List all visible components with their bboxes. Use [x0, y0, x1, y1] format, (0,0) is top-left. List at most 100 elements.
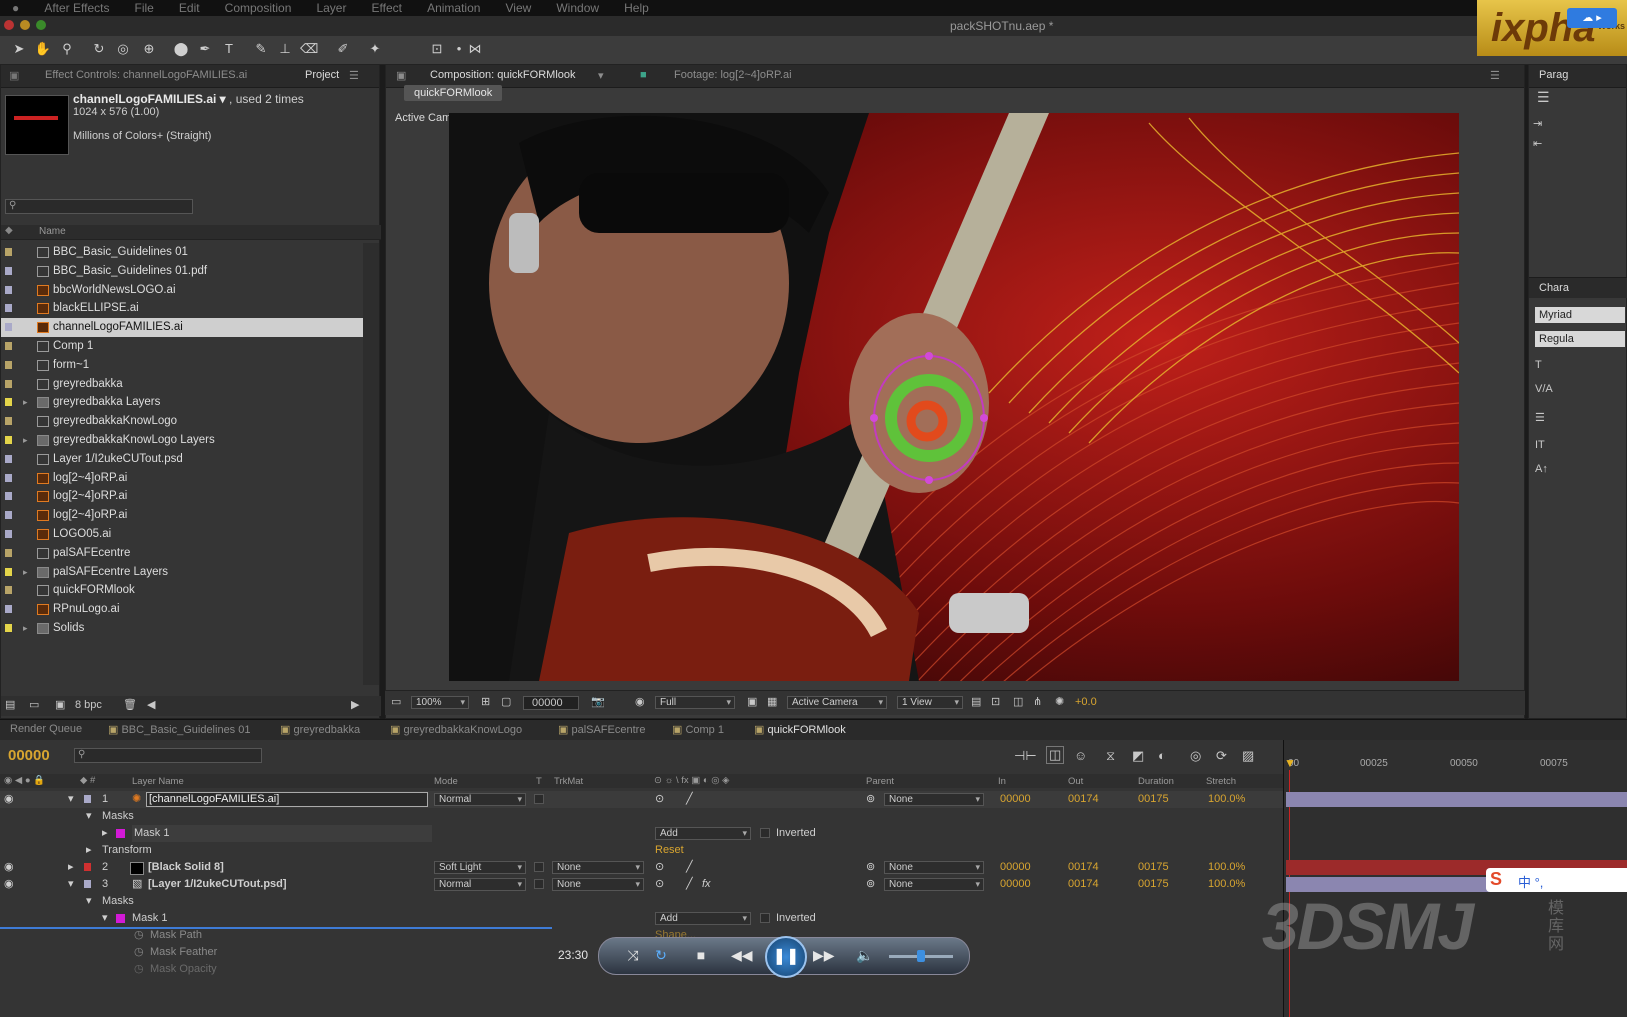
time-ruler[interactable]: 00 00025 00050 00075	[1284, 758, 1627, 772]
expand-icon[interactable]: ▾	[86, 893, 92, 910]
motion-blur-icon[interactable]: ◩	[1132, 748, 1144, 764]
label-color-swatch[interactable]	[5, 605, 12, 614]
label-color-swatch[interactable]	[5, 379, 12, 388]
parent-pickwhip-icon[interactable]: ⊚	[866, 859, 875, 876]
parent-header[interactable]: Parent	[866, 776, 894, 787]
apple-menu-icon[interactable]: ●	[12, 0, 19, 16]
stopwatch-icon[interactable]: ◷	[134, 944, 144, 961]
label-color-swatch[interactable]	[5, 492, 12, 501]
label-color-swatch[interactable]	[5, 285, 12, 294]
label-color-swatch[interactable]	[5, 342, 12, 350]
timeline-tab[interactable]: ▣ quickFORMlook	[754, 723, 846, 736]
label-color-swatch[interactable]	[5, 567, 12, 576]
timeline-tab[interactable]: ▣ greyredbakkaKnowLogo	[390, 723, 522, 736]
timeline-search-input[interactable]: ⚲	[74, 748, 262, 763]
project-item[interactable]: Comp 1	[1, 337, 363, 356]
out-point[interactable]: 00174	[1068, 791, 1099, 808]
in-point[interactable]: 00000	[1000, 876, 1031, 893]
project-item[interactable]: BBC_Basic_Guidelines 01	[1, 243, 363, 262]
preserve-transparency-checkbox[interactable]	[534, 862, 544, 872]
av-features-icon[interactable]: ◉ ◀ ● 🔒	[4, 775, 45, 786]
project-item[interactable]: palSAFEcentre	[1, 544, 363, 563]
stretch-value[interactable]: 100.0%	[1208, 791, 1245, 808]
graph-editor-icon[interactable]: ⟳	[1216, 748, 1227, 764]
tab-character[interactable]: Chara	[1539, 282, 1569, 294]
mask-name[interactable]: Mask 1	[132, 910, 167, 927]
always-preview-icon[interactable]: ▭	[391, 695, 401, 708]
puppet-pin-icon[interactable]: ✦	[366, 40, 384, 58]
parent-pickwhip-icon[interactable]: ⊚	[866, 876, 875, 893]
menu-item[interactable]: Animation	[427, 0, 480, 16]
scroll-left-icon[interactable]: ◀	[147, 698, 155, 711]
label-color-swatch[interactable]	[5, 473, 12, 482]
tab-paragraph[interactable]: Parag	[1539, 69, 1568, 81]
font-family-select[interactable]: Myriad	[1535, 307, 1625, 323]
layer-row-2[interactable]: ◉ ▸ 2 [Black Solid 8] Soft Light None ⊙ …	[0, 859, 1283, 876]
snapshot-icon[interactable]: 📷	[591, 695, 605, 708]
clone-stamp-icon[interactable]: ⊥	[276, 40, 294, 58]
masks-group-row[interactable]: ▾ Masks	[0, 808, 1283, 825]
timeline-tab[interactable]: Render Queue	[10, 723, 82, 735]
project-item[interactable]: blackELLIPSE.ai	[1, 299, 363, 318]
volume-icon[interactable]: 🔈	[855, 947, 875, 964]
project-item[interactable]: quickFORMlook	[1, 581, 363, 600]
label-column-icon[interactable]: ◆	[5, 225, 13, 236]
out-header[interactable]: Out	[1068, 776, 1083, 787]
new-comp-icon[interactable]: ▣	[55, 698, 65, 711]
rotate-tool-icon[interactable]: ↻	[90, 40, 108, 58]
menu-item[interactable]: Edit	[179, 0, 200, 16]
layer-expand-icon[interactable]: ▸	[68, 859, 74, 876]
project-item[interactable]: log[2~4]oRP.ai	[1, 469, 363, 488]
panel-menu-icon[interactable]: ☰	[1490, 69, 1500, 82]
scroll-right-icon[interactable]: ▶	[351, 698, 359, 711]
timecode-field[interactable]: 00000	[523, 696, 579, 710]
name-column-header[interactable]: Name	[39, 226, 66, 237]
bpc-button[interactable]: 8 bpc	[75, 699, 102, 711]
label-color-swatch[interactable]	[5, 248, 12, 256]
layer-name-field[interactable]: [channelLogoFAMILIES.ai]	[146, 792, 428, 807]
layer-name[interactable]: [Layer 1/I2ukeCUTout.psd]	[148, 876, 287, 893]
menu-item[interactable]: Composition	[225, 0, 292, 16]
playhead-icon[interactable]: ▼	[1284, 756, 1296, 770]
label-column-icon[interactable]: ◆ #	[80, 775, 95, 786]
stop-icon[interactable]: ■	[691, 947, 711, 963]
trkmat-select[interactable]: None	[552, 861, 644, 874]
in-header[interactable]: In	[998, 776, 1006, 787]
pause-button[interactable]: ❚❚	[765, 936, 807, 978]
blend-mode-select[interactable]: Soft Light	[434, 861, 526, 874]
folder-expand-icon[interactable]: ▸	[23, 563, 28, 582]
fast-forward-icon[interactable]: ▶▶	[813, 947, 835, 964]
zoom-select[interactable]: 100%	[411, 696, 469, 709]
exposure-icon[interactable]: ✺	[1055, 695, 1064, 708]
project-item[interactable]: greyredbakka	[1, 375, 363, 394]
fast-previews-icon[interactable]: ⊡	[991, 695, 1000, 708]
live-update-icon[interactable]: ▨	[1242, 748, 1254, 764]
visibility-eye-icon[interactable]: ◉	[4, 791, 14, 808]
label-color-swatch[interactable]	[5, 436, 12, 444]
label-color-swatch[interactable]	[5, 323, 12, 332]
mask-name[interactable]: Mask 1	[132, 825, 432, 842]
preserve-transparency-checkbox[interactable]	[534, 879, 544, 889]
label-color-swatch[interactable]	[5, 304, 12, 313]
visibility-eye-icon[interactable]: ◉	[4, 859, 14, 876]
fx-switch-icon[interactable]: fx	[702, 876, 711, 893]
label-color-swatch[interactable]	[5, 266, 12, 275]
toggle-pixel-aspect-icon[interactable]: ▤	[971, 695, 981, 708]
flowchart-icon[interactable]: ⋔	[1033, 695, 1042, 708]
selected-item-name[interactable]: channelLogoFAMILIES.ai ▾	[73, 92, 226, 106]
label-color-swatch[interactable]	[5, 530, 12, 538]
project-item[interactable]: greyredbakkaKnowLogo	[1, 412, 363, 431]
project-item[interactable]: ▸ greyredbakkaKnowLogo Layers	[1, 431, 363, 450]
ime-indicator[interactable]: S 中 °,	[1486, 868, 1627, 892]
pan-behind-icon[interactable]: ⊕	[140, 40, 158, 58]
selection-tool-icon[interactable]: ➤	[10, 40, 28, 58]
ellipse-tool-icon[interactable]: ⬤	[172, 40, 190, 58]
view-layout-select[interactable]: 1 View	[897, 696, 963, 709]
comp-breadcrumb[interactable]: quickFORMlook	[404, 85, 503, 101]
duration-value[interactable]: 00175	[1138, 876, 1169, 893]
mask-color-swatch[interactable]	[116, 829, 125, 838]
menu-item[interactable]: After Effects	[44, 0, 109, 16]
interpret-footage-icon[interactable]: ▤	[5, 698, 15, 711]
parent-select[interactable]: None	[884, 793, 984, 806]
pen-tool-icon[interactable]: ✒	[196, 40, 214, 58]
